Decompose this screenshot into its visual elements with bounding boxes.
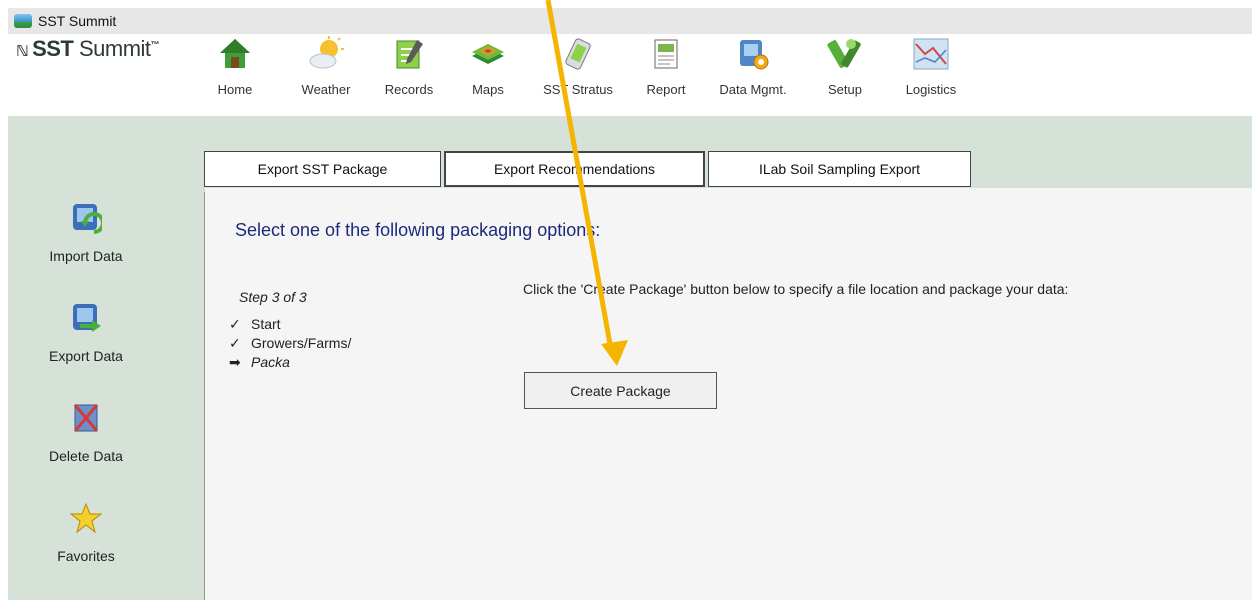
toolbar-setup-button[interactable]: Setup (820, 34, 870, 110)
setup-icon (827, 39, 861, 68)
toolbar-label: Report (646, 82, 686, 97)
home-icon (220, 39, 250, 68)
main-toolbar: ℕ SST Summit™ Home Weather Records Maps … (8, 34, 1252, 116)
checkmark-icon: ✓ (229, 316, 241, 332)
import-data-icon (73, 204, 102, 234)
export-panel: Select one of the following packaging op… (205, 188, 1252, 600)
toolbar-weather-button[interactable]: Weather (293, 34, 359, 110)
title-bar: SST Summit (8, 8, 1252, 34)
toolbar-records-button[interactable]: Records (376, 34, 442, 110)
toolbar-home-button[interactable]: Home (210, 34, 260, 110)
instruction-text: Click the 'Create Package' button below … (523, 281, 1069, 297)
step-item-package: ➡ Packa (229, 354, 290, 371)
sidebar-item-label: Export Data (49, 348, 123, 364)
stratus-icon (565, 38, 591, 70)
logo-brand: SST (32, 36, 74, 61)
tab-export-recommendations[interactable]: Export Recommendations (444, 151, 705, 187)
toolbar-stratus-button[interactable]: SST Stratus (533, 34, 623, 110)
toolbar-data-mgmt-button[interactable]: Data Mgmt. (713, 34, 793, 110)
tab-label: Export SST Package (257, 161, 388, 177)
step-item-start: ✓ Start (229, 316, 281, 333)
step-label: Growers/Farms/ (251, 335, 352, 351)
step-label: Packa (251, 354, 290, 370)
tab-label: Export Recommendations (493, 161, 656, 177)
sidebar: Import Data Export Data Delete Data Favo… (8, 192, 205, 600)
app-icon (14, 14, 32, 28)
toolbar-label: Data Mgmt. (719, 82, 787, 97)
report-icon (654, 39, 678, 69)
toolbar-logistics-button[interactable]: Logistics (896, 34, 966, 110)
logo-mark: ℕ (16, 43, 29, 60)
page-heading: Select one of the following packaging op… (235, 220, 601, 240)
data-mgmt-icon (740, 40, 769, 70)
export-data-icon (73, 304, 101, 332)
tab-export-sst-package[interactable]: Export SST Package (204, 151, 441, 187)
toolbar-label: Home (217, 82, 253, 97)
checkmark-icon: ✓ (229, 335, 241, 351)
logistics-icon (913, 38, 949, 70)
logo-tm: ™ (150, 39, 160, 50)
toolbar-maps-button[interactable]: Maps (463, 34, 513, 110)
sidebar-item-export-data[interactable]: Export Data (8, 302, 204, 382)
tab-label: ILab Soil Sampling Export (758, 161, 921, 177)
toolbar-label: Maps (472, 82, 504, 97)
step-item-growers: ✓ Growers/Farms/ (229, 335, 351, 352)
toolbar-label: Setup (828, 82, 862, 97)
delete-data-icon (73, 404, 99, 432)
weather-icon (309, 36, 344, 69)
toolbar-report-button[interactable]: Report (633, 34, 699, 110)
step-indicator: Step 3 of 3 (239, 289, 307, 305)
arrow-right-icon: ➡ (229, 354, 241, 370)
toolbar-label: SST Stratus (543, 82, 613, 97)
logo-name: Summit (78, 36, 151, 61)
app-window: SST Summit ℕ SST Summit™ Home Weather Re… (8, 8, 1252, 600)
sidebar-item-label: Favorites (57, 548, 115, 564)
toolbar-label: Weather (301, 82, 351, 97)
sidebar-item-favorites[interactable]: Favorites (8, 502, 204, 582)
create-package-button[interactable]: Create Package (524, 372, 717, 409)
toolbar-label: Records (384, 82, 434, 97)
maps-icon (472, 44, 504, 64)
toolbar-label: Logistics (905, 82, 957, 97)
app-logo: ℕ SST Summit™ (16, 36, 160, 62)
sidebar-item-delete-data[interactable]: Delete Data (8, 402, 204, 482)
sidebar-item-import-data[interactable]: Import Data (8, 202, 204, 282)
records-icon (396, 40, 423, 69)
window-title: SST Summit (38, 13, 117, 29)
star-icon (70, 502, 102, 534)
step-label: Start (251, 316, 281, 332)
sidebar-item-label: Delete Data (49, 448, 123, 464)
sidebar-item-label: Import Data (49, 248, 123, 264)
tab-ilab-soil-sampling-export[interactable]: ILab Soil Sampling Export (708, 151, 971, 187)
